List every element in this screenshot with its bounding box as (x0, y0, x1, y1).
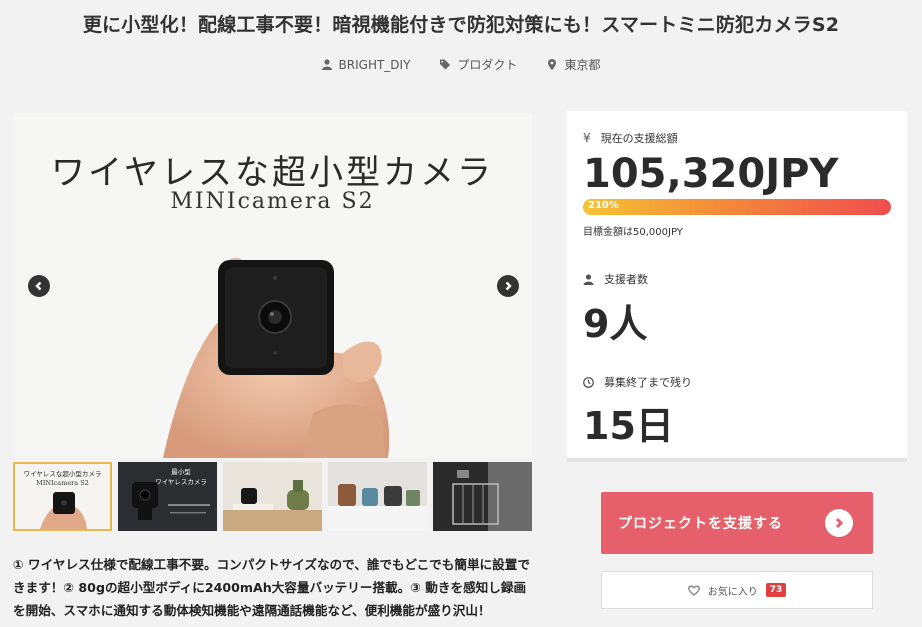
thumbnail-4[interactable] (328, 462, 427, 531)
goal-amount: 目標金額は50,000JPY (583, 227, 683, 238)
heart-icon (687, 584, 700, 596)
thumbnail-image (40, 492, 87, 529)
user-icon (583, 273, 594, 285)
yen-icon: ¥ (583, 131, 591, 145)
owner-link[interactable]: BRIGHT_DIY (321, 56, 411, 73)
funding-label-row: ¥ 現在の支援総額 (583, 130, 678, 146)
image-slider[interactable]: ワイヤレスな超小型カメラ MINIcamera S2 (13, 113, 532, 458)
project-meta: BRIGHT_DIY プロダクト 東京都 (0, 56, 922, 73)
support-project-button[interactable]: プロジェクトを支援する (601, 492, 873, 554)
chevron-right-circle-icon (825, 509, 853, 537)
thumbnail-image (132, 482, 210, 520)
funding-label: 現在の支援総額 (600, 132, 678, 145)
slider-next-button[interactable] (497, 275, 519, 297)
thumbnail-image (223, 462, 322, 531)
category-name: プロダクト (457, 58, 518, 72)
funding-stats-card: ¥ 現在の支援総額 105,320JPY 210% 目標金額は50,000JPY… (567, 111, 907, 462)
location-link[interactable]: 東京都 (547, 56, 600, 73)
category-link[interactable]: プロダクト (440, 56, 517, 73)
funding-amount: 105,320JPY (583, 151, 839, 197)
funding-progress-bar: 210% (583, 199, 891, 215)
owner-name: BRIGHT_DIY (338, 57, 411, 72)
camera-hand-image (163, 257, 390, 458)
thumbnail-image (328, 462, 427, 531)
chevron-right-icon (505, 281, 512, 291)
project-description: ① ワイヤレス仕様で配線工事不要。コンパクトサイズなので、誰でもどこでも簡単に設… (13, 557, 530, 618)
thumbnail-5[interactable] (433, 462, 532, 531)
supporters-label: 支援者数 (604, 273, 648, 286)
favorite-count-badge: 73 (765, 583, 787, 597)
thumbnail-2[interactable]: 最小型 ワイヤレスカメラ (118, 462, 217, 531)
remaining-label-row: 募集終了まで残り (583, 374, 692, 390)
support-button-label: プロジェクトを支援する (618, 516, 783, 532)
supporters-label-row: 支援者数 (583, 271, 648, 287)
progress-percent: 210% (588, 200, 619, 211)
remaining-label: 募集終了まで残り (604, 376, 692, 389)
user-icon (321, 59, 332, 70)
thumbnail-3[interactable] (223, 462, 322, 531)
remaining-days: 15日 (583, 404, 674, 448)
thumbnail-image (433, 462, 532, 531)
slider-prev-button[interactable] (28, 275, 50, 297)
favorite-label: お気に入り (707, 586, 758, 598)
location-name: 東京都 (564, 58, 601, 72)
thumbnail-1[interactable]: ワイヤレスな超小型カメラ MINIcamera S2 (13, 462, 112, 531)
tag-icon (440, 59, 451, 70)
project-title: 更に小型化！配線工事不要！暗視機能付きで防犯対策にも！スマートミニ防犯カメラS2 (82, 14, 840, 36)
thumbnail-strip: ワイヤレスな超小型カメラ MINIcamera S2 最小型 ワイヤレスカメラ (13, 462, 532, 532)
chevron-left-icon (35, 281, 42, 291)
clock-icon (583, 376, 594, 388)
map-pin-icon (548, 59, 557, 70)
supporters-count: 9人 (583, 302, 648, 346)
favorite-button[interactable]: お気に入り 73 (601, 571, 873, 609)
